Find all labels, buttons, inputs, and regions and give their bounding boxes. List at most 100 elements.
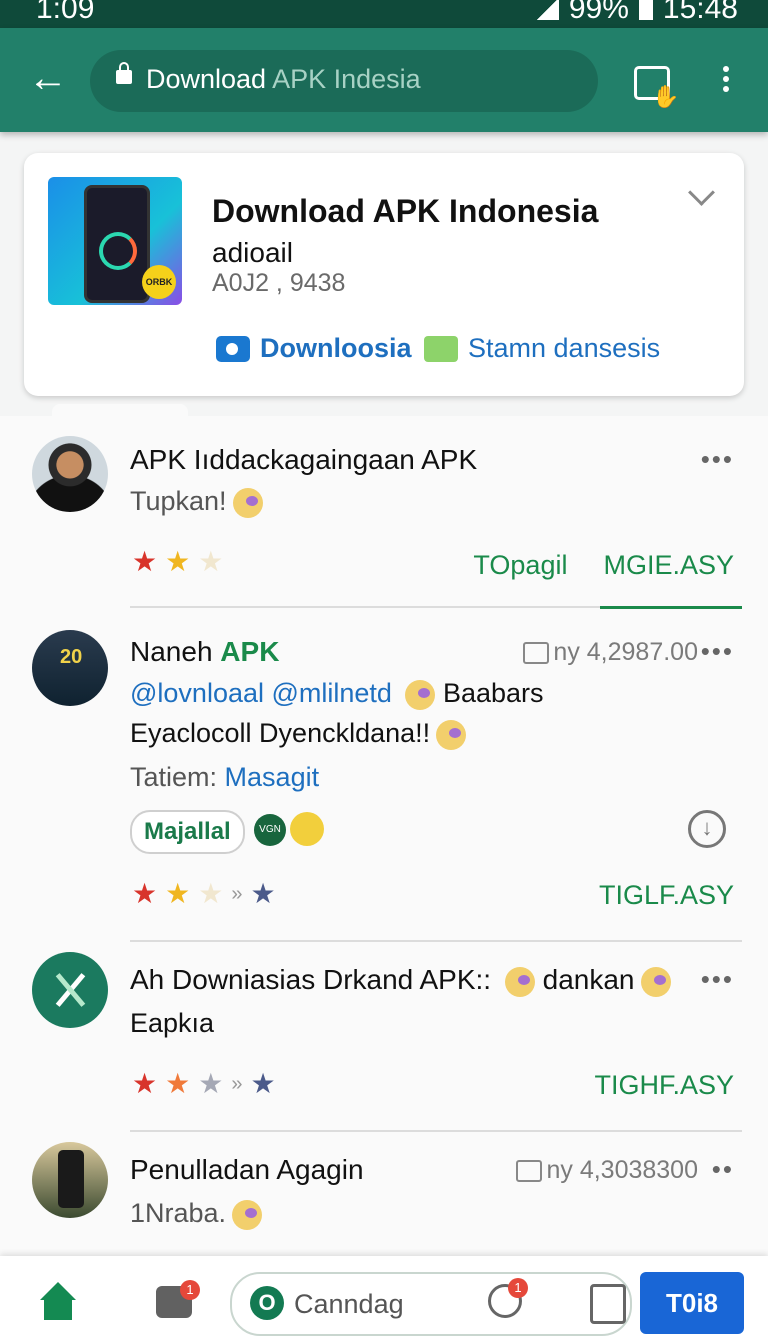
status-clock: 15:48 bbox=[662, 0, 738, 25]
post-title-text: Ah Downiasias Drkand APK:: bbox=[130, 964, 492, 995]
post-line-3-label: Tatiem: bbox=[130, 762, 218, 792]
chevron-down-icon[interactable] bbox=[688, 179, 715, 206]
post-tabs: TOpagil MGIE.ASY bbox=[473, 550, 734, 581]
post-line-2: Eyaclocoll Dyenckldana!! bbox=[130, 718, 467, 750]
star-icon: ★ bbox=[165, 878, 191, 909]
separator-icon: » bbox=[231, 1072, 243, 1095]
address-bar[interactable]: Download APK Indesia bbox=[90, 50, 598, 112]
address-text: Download APK Indesia bbox=[146, 64, 421, 95]
status-bar: 1:09 99% 15:48 bbox=[0, 0, 768, 28]
download-folder-icon bbox=[216, 335, 250, 362]
more-options-icon[interactable]: ••• bbox=[701, 636, 734, 667]
top-toolbar: ← Download APK Indesia ✋ bbox=[0, 28, 768, 132]
avatar[interactable] bbox=[32, 436, 108, 512]
app-meta: A0J2 , 9438 bbox=[212, 269, 346, 297]
signal-icon bbox=[536, 0, 559, 20]
post-line-2-text: Eyaclocoll Dyenckldana!! bbox=[130, 718, 431, 748]
bottom-nav: 1 O Canndag 1 T0i8 bbox=[0, 1256, 768, 1344]
avatar[interactable] bbox=[32, 630, 108, 706]
rating-stars: ★ ★ ★ » ★ bbox=[132, 880, 276, 908]
separator-icon: » bbox=[231, 882, 243, 905]
more-vert-icon[interactable] bbox=[716, 62, 736, 102]
post-tabs: TIGLF.ASY bbox=[599, 880, 734, 911]
star-icon: ★ bbox=[198, 1068, 224, 1099]
download-action-label: Downloosia bbox=[260, 333, 412, 363]
star-icon: ★ bbox=[198, 546, 224, 577]
rating-stars: ★ ★ ★ » ★ bbox=[132, 1070, 276, 1098]
divider bbox=[130, 940, 742, 942]
secondary-action[interactable]: Stamn dansesis bbox=[424, 333, 660, 364]
post-tabs: TIGHF.ASY bbox=[594, 1070, 734, 1101]
primary-action-button[interactable]: T0i8 bbox=[640, 1272, 744, 1334]
post-line-1-text: Baabars bbox=[442, 678, 544, 708]
post-meta-text: ny 4,3038300 bbox=[546, 1156, 698, 1184]
chip-badge: VGN bbox=[254, 814, 286, 846]
download-icon[interactable]: ↓ bbox=[688, 810, 726, 848]
app-icon-badge: ORBK bbox=[142, 265, 176, 299]
post-meta: ny 4,3038300 bbox=[516, 1156, 698, 1185]
more-options-icon[interactable]: •• bbox=[712, 1154, 734, 1185]
app-card: ORBK Download APK Indonesia adioail A0J2… bbox=[24, 153, 744, 396]
avatar-emoji-icon bbox=[405, 679, 436, 710]
arrow-left-icon[interactable]: ← bbox=[28, 58, 68, 100]
shopping-bag-button[interactable]: ✋ bbox=[632, 58, 679, 109]
chat-badge: 1 bbox=[508, 1278, 528, 1298]
tab-tighf-asy[interactable]: TIGHF.ASY bbox=[594, 1070, 734, 1101]
clipboard-icon[interactable] bbox=[590, 1284, 626, 1324]
search-input[interactable]: O Canndag bbox=[230, 1272, 632, 1336]
pointer-hand-icon: ✋ bbox=[652, 84, 680, 109]
star-icon: ★ bbox=[132, 546, 158, 577]
post-title-accent: APK bbox=[220, 636, 280, 667]
post-line-3: Tatiem: Masagit bbox=[130, 762, 319, 793]
post-title-suffix: dankan bbox=[542, 964, 635, 995]
address-text-rest: APK Indesia bbox=[272, 64, 421, 94]
post-title: Penulladan Agagin bbox=[130, 1154, 364, 1185]
home-icon[interactable] bbox=[36, 1282, 80, 1322]
post-line-1: @lovnloaal @mlilnetd Baabars bbox=[130, 678, 544, 710]
star-icon: ★ bbox=[132, 878, 158, 909]
post-body: Tupkan! bbox=[130, 486, 263, 518]
rating-stars: ★ ★ ★ bbox=[132, 548, 223, 576]
post-title: APK Iıddackagaingaan APK bbox=[130, 444, 478, 475]
emoji-icon bbox=[436, 719, 467, 750]
briefcase-icon bbox=[516, 1159, 543, 1182]
camera-badge: 1 bbox=[180, 1280, 200, 1300]
address-text-bold: Download bbox=[146, 64, 267, 94]
emoji-icon bbox=[232, 487, 263, 518]
star-icon: ★ bbox=[165, 1068, 191, 1099]
phone-graphic bbox=[84, 185, 150, 303]
tab-nub bbox=[52, 404, 188, 418]
post-meta-text: ny 4,2987.00 bbox=[553, 638, 698, 666]
lock-icon bbox=[116, 62, 132, 84]
search-icon: O bbox=[250, 1286, 284, 1320]
app-subtitle: adioail bbox=[212, 237, 293, 268]
post-body-text: 1Nraba. bbox=[130, 1198, 227, 1228]
more-options-icon[interactable]: ••• bbox=[701, 444, 734, 475]
meh-emoji-icon bbox=[290, 812, 324, 846]
tab-tiglf-asy[interactable]: TIGLF.ASY bbox=[599, 880, 734, 911]
avatar[interactable] bbox=[32, 952, 108, 1028]
post-line-3-link[interactable]: Masagit bbox=[225, 762, 320, 792]
post-title: Naneh APK bbox=[130, 636, 279, 668]
post-meta: ny 4,2987.00 bbox=[523, 638, 698, 667]
post-body: 1Nraba. bbox=[130, 1198, 263, 1230]
mention-link[interactable]: @lovnloaal @mlilnetd bbox=[130, 678, 392, 708]
more-options-icon[interactable]: ••• bbox=[701, 964, 734, 995]
app-title: Download APK Indonesia bbox=[212, 193, 599, 229]
status-right: 99% 15:48 bbox=[536, 0, 738, 26]
divider bbox=[130, 606, 600, 608]
briefcase-icon bbox=[523, 641, 550, 664]
divider bbox=[130, 1130, 742, 1132]
download-action[interactable]: Downloosia bbox=[216, 333, 412, 364]
star-icon: ★ bbox=[250, 878, 276, 909]
tab-mgie-asy[interactable]: MGIE.ASY bbox=[603, 550, 734, 581]
battery-icon bbox=[638, 0, 653, 20]
tag-chip[interactable]: Majallal bbox=[130, 810, 245, 854]
battery-percent: 99% bbox=[568, 0, 629, 25]
tab-topagil[interactable]: TOpagil bbox=[473, 550, 567, 581]
secondary-action-label: Stamn dansesis bbox=[468, 333, 661, 363]
post-body-text: Tupkan! bbox=[130, 486, 227, 516]
emoji-icon bbox=[640, 966, 671, 997]
star-icon: ★ bbox=[132, 1068, 158, 1099]
avatar[interactable] bbox=[32, 1142, 108, 1218]
